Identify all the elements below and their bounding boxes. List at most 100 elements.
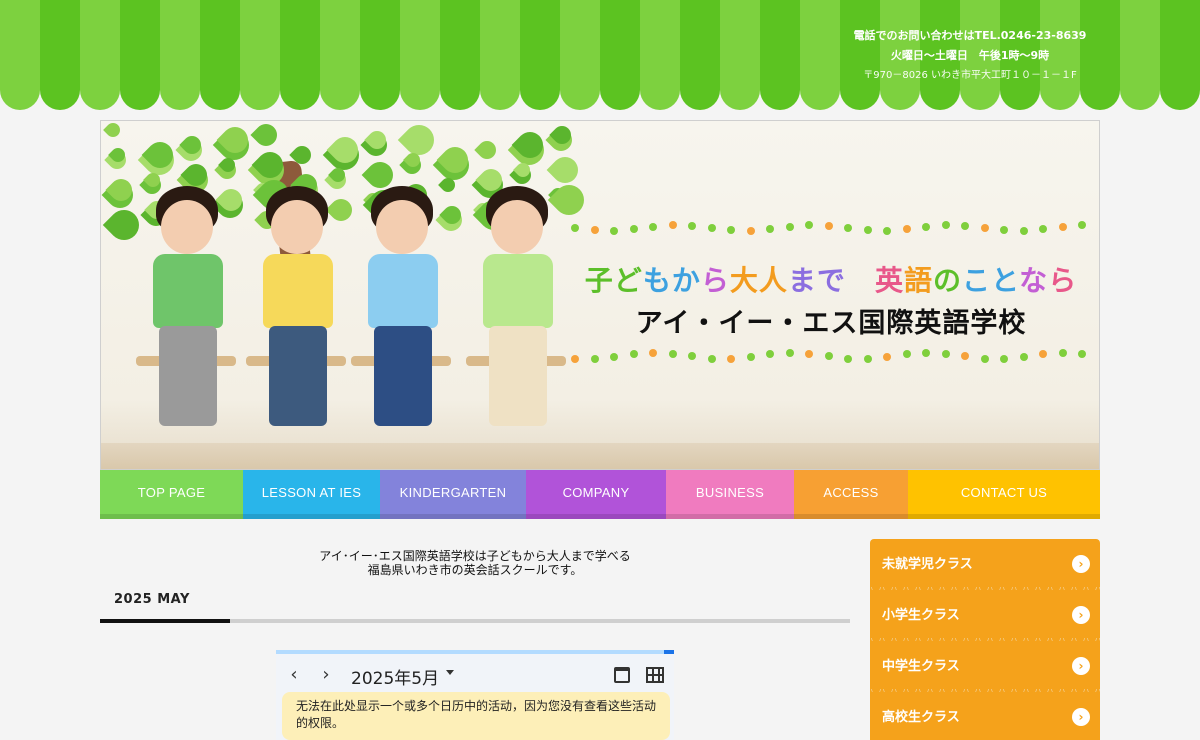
decor-dot bbox=[727, 226, 735, 235]
decor-dot bbox=[941, 349, 950, 358]
tab-2025-may[interactable]: 2025 MAY bbox=[100, 588, 230, 622]
tagline-char: ら bbox=[1048, 264, 1078, 297]
nav-item-business[interactable]: BUSINESS bbox=[666, 470, 794, 519]
shirt bbox=[153, 254, 223, 328]
sidebar-item-class[interactable]: 中学生クラス › bbox=[870, 641, 1100, 695]
face bbox=[491, 200, 543, 254]
decor-dot bbox=[805, 221, 813, 230]
decor-dot bbox=[668, 221, 677, 230]
chevron-right-icon: › bbox=[1072, 606, 1090, 624]
face bbox=[271, 200, 323, 254]
decor-dot bbox=[1000, 354, 1008, 363]
grid-view-icon[interactable] bbox=[646, 667, 664, 683]
decor-dot bbox=[824, 221, 833, 230]
sidebar-item-label: 小学生クラス bbox=[882, 608, 960, 623]
tagline-char: 人 bbox=[758, 264, 788, 297]
decor-dot bbox=[746, 226, 755, 235]
tagline-char: で bbox=[816, 264, 846, 297]
decor-dot bbox=[902, 350, 911, 359]
tagline-char: も bbox=[642, 264, 672, 297]
sidebar-item-class[interactable]: 小学生クラス › bbox=[870, 590, 1100, 644]
awning-scallop bbox=[40, 66, 80, 110]
intro-line-1: アイ･イー･エス国際英語学校は子どもから大人まで学べる bbox=[319, 549, 631, 563]
nav-item-company[interactable]: COMPANY bbox=[526, 470, 666, 519]
awning-scallop bbox=[440, 66, 480, 110]
awning-scallop bbox=[720, 66, 760, 110]
decor-dot bbox=[707, 224, 716, 233]
tagline-char: ま bbox=[787, 264, 817, 297]
decor-dot bbox=[844, 224, 852, 233]
legs bbox=[159, 326, 217, 426]
tagline-char: こ bbox=[961, 264, 991, 297]
decor-dot bbox=[961, 352, 969, 361]
tagline-char: 大 bbox=[729, 264, 759, 297]
address-line: 〒970－8026 いわき市平大工町１０－１－１F bbox=[863, 70, 1077, 81]
prev-month-button[interactable]: ‹ bbox=[284, 664, 304, 685]
decor-dot bbox=[629, 350, 638, 359]
sidebar-item-label: 高校生クラス bbox=[882, 710, 960, 725]
shirt bbox=[483, 254, 553, 328]
decor-dot bbox=[1019, 226, 1028, 235]
decor-dot bbox=[649, 222, 657, 231]
decor-dot bbox=[883, 352, 891, 361]
awning-scallop bbox=[520, 66, 560, 110]
calendar-month-label[interactable]: 2025年5月 bbox=[351, 664, 439, 689]
leaf-shape bbox=[397, 121, 441, 162]
leaf-shape bbox=[325, 194, 357, 226]
awning-scallop bbox=[1160, 66, 1200, 110]
nav-item-contact-us[interactable]: CONTACT US bbox=[908, 470, 1100, 519]
nav-item-top-page[interactable]: TOP PAGE bbox=[100, 470, 243, 519]
intro-text: アイ･イー･エス国際英語学校は子どもから大人まで学べる 福島県いわき市の英会話ス… bbox=[100, 549, 850, 577]
decor-dot bbox=[844, 354, 852, 363]
decor-dot bbox=[980, 224, 989, 233]
awning-scallop bbox=[600, 66, 640, 110]
decor-dot bbox=[863, 226, 872, 235]
nav-item-kindergarten[interactable]: KINDERGARTEN bbox=[380, 470, 526, 519]
leaf-shape bbox=[547, 178, 591, 222]
decor-dot bbox=[610, 226, 618, 235]
decor-dot bbox=[883, 226, 891, 235]
floor bbox=[101, 443, 1099, 469]
tagline-char: の bbox=[932, 264, 962, 297]
sidebar-item-label: 未就学児クラス bbox=[882, 557, 973, 572]
leaf-shape bbox=[103, 121, 123, 140]
decor-dot bbox=[766, 225, 774, 234]
awning-scallop bbox=[360, 66, 400, 110]
calendar-icon[interactable] bbox=[614, 667, 630, 683]
shirt bbox=[263, 254, 333, 328]
decor-dot bbox=[1039, 350, 1047, 359]
decor-dot bbox=[571, 354, 579, 363]
leaf-shape bbox=[474, 137, 500, 163]
tagline-char: な bbox=[1019, 264, 1049, 297]
decor-dot bbox=[1078, 349, 1086, 358]
chevron-down-icon[interactable] bbox=[446, 670, 454, 675]
calendar-permission-message: 无法在此处显示一个或多个日历中的活动，因为您没有查看这些活动的权限。 bbox=[282, 692, 670, 740]
legs bbox=[374, 326, 432, 426]
next-month-button[interactable]: › bbox=[316, 664, 336, 685]
awning-scallop bbox=[280, 66, 320, 110]
decor-dots-top bbox=[571, 221, 1091, 235]
decor-dot bbox=[941, 221, 950, 230]
nav-item-lesson-at-ies[interactable]: LESSON AT IES bbox=[243, 470, 380, 519]
decor-dot bbox=[922, 222, 930, 231]
legs bbox=[489, 326, 547, 426]
sidebar-item-class[interactable]: 高校生クラス › bbox=[870, 692, 1100, 740]
awning-scallop bbox=[1120, 66, 1160, 110]
decor-dot bbox=[1039, 225, 1047, 234]
sidebar-item-label: 中学生クラス bbox=[882, 659, 960, 674]
tagline-char: ら bbox=[700, 264, 730, 297]
decor-dot bbox=[727, 354, 735, 363]
decor-dot bbox=[824, 352, 833, 361]
decor-dot bbox=[688, 352, 696, 361]
phone-line[interactable]: 電話でのお問い合わせはTEL.0246-23-8639 bbox=[830, 26, 1110, 46]
sidebar-item-class[interactable]: 未就学児クラス › bbox=[870, 539, 1100, 593]
tab-active-indicator bbox=[100, 619, 230, 623]
chevron-right-icon: › bbox=[1072, 708, 1090, 726]
legs bbox=[269, 326, 327, 426]
decor-dot bbox=[785, 349, 794, 357]
decor-dot bbox=[805, 349, 813, 358]
tagline-char: か bbox=[671, 264, 701, 297]
decor-dot bbox=[1058, 349, 1067, 357]
nav-item-access[interactable]: ACCESS bbox=[794, 470, 908, 519]
decor-dot bbox=[571, 224, 579, 232]
